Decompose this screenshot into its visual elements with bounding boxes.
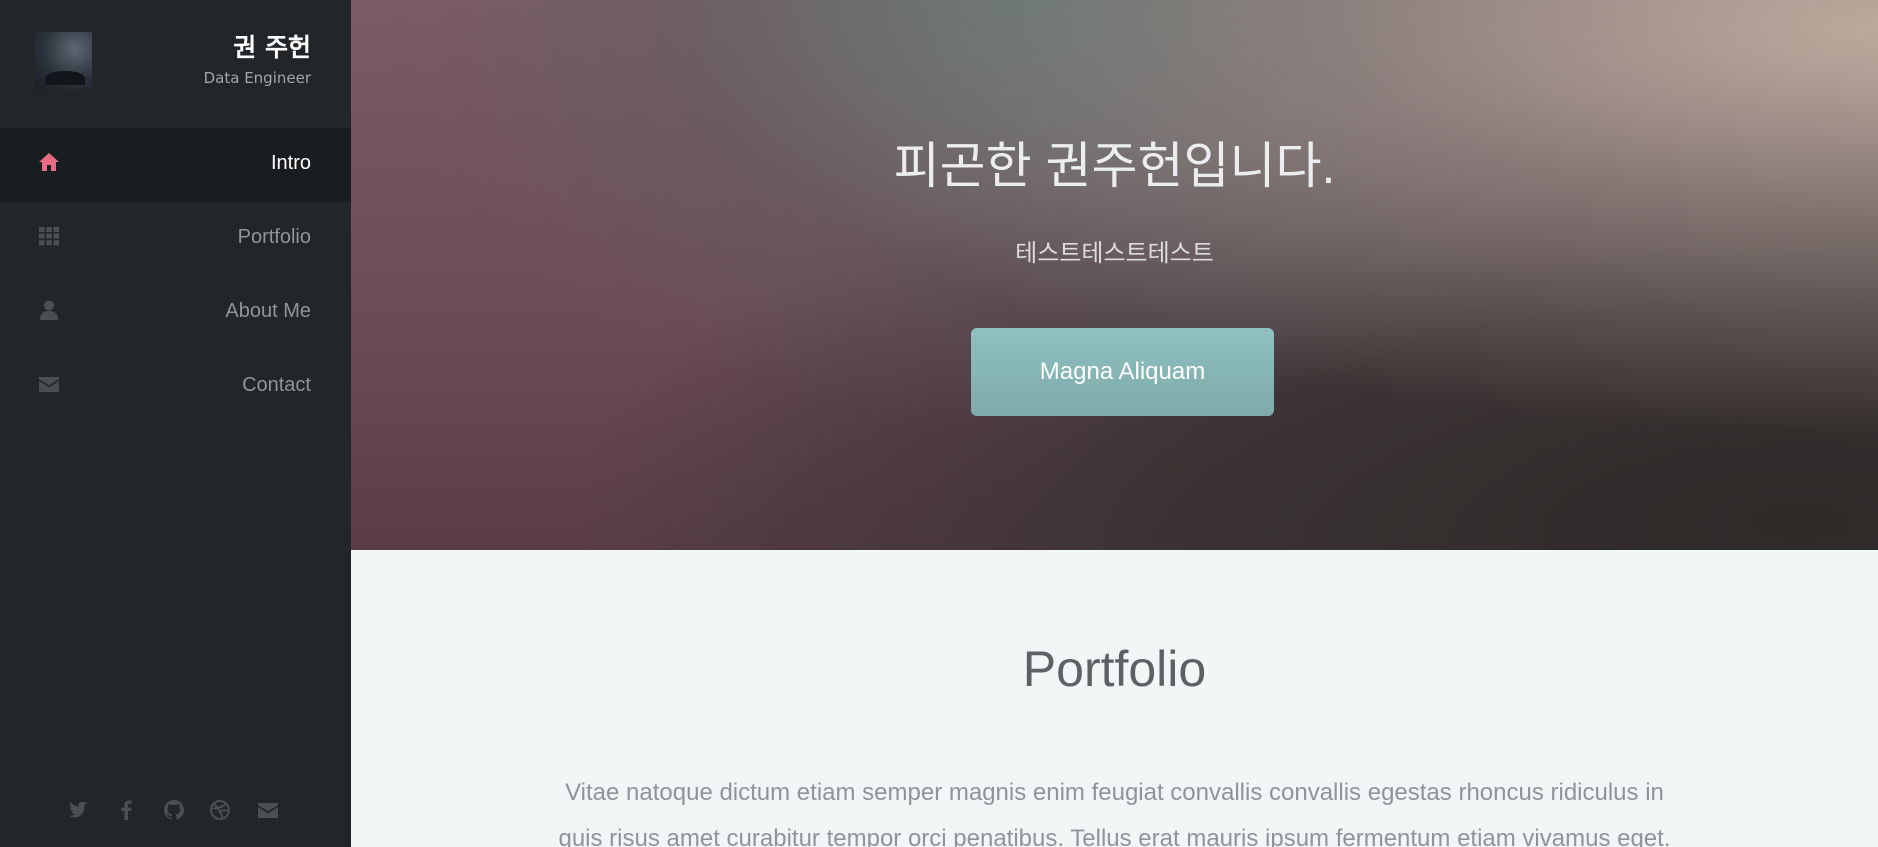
nav-label-about: About Me — [225, 300, 311, 322]
nav-item-about[interactable]: About Me — [0, 276, 351, 350]
profile-role: Data Engineer — [203, 69, 311, 87]
nav-label-portfolio: Portfolio — [237, 226, 311, 248]
grid-icon — [39, 227, 60, 246]
magna-aliquam-button[interactable]: Magna Aliquam — [971, 328, 1274, 416]
nav-item-contact[interactable]: Contact — [0, 350, 351, 424]
hero-section: 피곤한 권주헌입니다. 테스트테스트테스트 Magna Aliquam — [351, 0, 1878, 550]
nav-label-contact: Contact — [242, 374, 311, 396]
hero-title: 피곤한 권주헌입니다. — [893, 138, 1336, 194]
twitter-icon[interactable] — [66, 798, 90, 822]
envelope-icon[interactable] — [256, 798, 280, 822]
github-icon[interactable] — [162, 798, 186, 822]
sidebar-nav: Intro Portfolio About Me Contact — [0, 128, 351, 424]
portfolio-section: Portfolio Vitae natoque dictum etiam sem… — [351, 550, 1878, 847]
profile-name: 권 주헌 — [233, 33, 311, 62]
nav-label-intro: Intro — [270, 152, 311, 174]
social-links — [0, 798, 351, 826]
dribbble-icon[interactable] — [208, 798, 232, 822]
hero-subtitle: 테스트테스트테스트 — [1015, 239, 1214, 267]
home-icon — [39, 153, 59, 171]
user-icon — [40, 300, 58, 320]
envelope-icon — [39, 377, 59, 392]
portfolio-text: Vitae natoque dictum etiam semper magnis… — [558, 779, 1671, 847]
nav-item-portfolio[interactable]: Portfolio — [0, 202, 351, 276]
facebook-icon[interactable] — [114, 798, 138, 822]
profile-header: 권 주헌 Data Engineer — [0, 0, 351, 128]
avatar[interactable] — [35, 32, 92, 89]
sidebar: 권 주헌 Data Engineer Intro Portfolio About… — [0, 0, 351, 847]
portfolio-title: Portfolio — [1022, 641, 1207, 697]
nav-item-intro[interactable]: Intro — [0, 128, 351, 202]
